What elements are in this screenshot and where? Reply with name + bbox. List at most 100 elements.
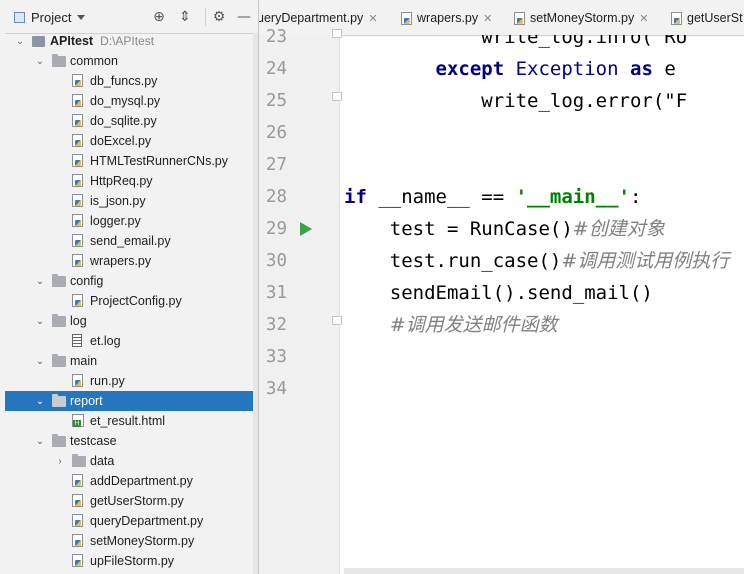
line-number: 27 [265, 155, 287, 175]
python-file-icon [72, 374, 86, 388]
tree-item-label: report [70, 394, 103, 408]
tree-file[interactable]: queryDepartment.py [5, 511, 258, 531]
code-token: '__main__' [515, 186, 630, 208]
tree-item-label: getUserStorm.py [90, 494, 184, 508]
tree-item-label: HTMLTestRunnerCNs.py [90, 154, 228, 168]
chevron-down-icon[interactable]: ⌄ [35, 435, 45, 447]
line-number: 25 [265, 91, 287, 111]
code-token: #调用测试用例执行 [561, 250, 730, 272]
folder-icon [72, 454, 86, 468]
tree-item-text: common [70, 54, 118, 68]
tree-file[interactable]: send_email.py [5, 231, 258, 251]
tree-file[interactable]: et_result.html [5, 411, 258, 431]
tree-file[interactable]: setMoneyStorm.py [5, 531, 258, 551]
code-line: test = RunCase()#创建对象 [344, 217, 665, 241]
python-file-icon [671, 11, 682, 25]
close-icon[interactable]: ✕ [368, 12, 377, 25]
tree-file[interactable]: run.py [5, 371, 258, 391]
tree-file[interactable]: do_sqlite.py [5, 111, 258, 131]
folder-icon [52, 354, 66, 368]
close-icon[interactable]: ✕ [639, 12, 648, 25]
code-view[interactable]: write_log.info("RU except Exception as e… [344, 35, 744, 574]
collapse-icon[interactable]: ⇕ [176, 8, 194, 26]
python-file-icon [72, 534, 86, 548]
chevron-down-icon[interactable]: ⌄ [35, 315, 45, 327]
crosshair-icon[interactable]: ⊕ [150, 8, 168, 26]
chevron-down-icon [77, 14, 86, 20]
code-line: write_log.info("RU [344, 35, 687, 49]
tree-item-label: is_json.py [90, 194, 146, 208]
chevron-down-icon[interactable]: ⌄ [35, 275, 45, 287]
python-file-icon [72, 214, 86, 228]
tree-folder-common[interactable]: ⌄ common [5, 51, 258, 71]
project-scrollbar[interactable] [253, 33, 258, 574]
chevron-down-icon[interactable]: ⌄ [15, 35, 25, 47]
tree-file[interactable]: logger.py [5, 211, 258, 231]
tree-item-label: ProjectConfig.py [90, 294, 182, 308]
tree-item-text: data [90, 454, 115, 468]
tree-file[interactable]: HTMLTestRunnerCNs.py [5, 151, 258, 171]
run-icon[interactable] [300, 222, 312, 236]
tree-folder-log[interactable]: ⌄ log [5, 311, 258, 331]
tree-item-text: setMoneyStorm.py [90, 534, 195, 548]
tree-folder-main[interactable]: ⌄ main [5, 351, 258, 371]
tree-folder-testcase[interactable]: ⌄ testcase [5, 431, 258, 451]
code-token: test.run_case() [344, 250, 562, 272]
python-file-icon [72, 134, 86, 148]
project-title: Project [31, 9, 72, 25]
editor-tab[interactable]: ueryDepartment.py ✕ [259, 9, 378, 27]
editor-tab[interactable]: wrapers.py ✕ [401, 9, 492, 27]
chevron-down-icon[interactable]: ⌄ [35, 55, 45, 67]
tree-file[interactable]: db_funcs.py [5, 71, 258, 91]
tree-file[interactable]: wrapers.py [5, 251, 258, 271]
tree-item-label: HttpReq.py [90, 174, 153, 188]
editor-horizontal-scrollbar[interactable] [344, 568, 744, 574]
code-token: test = RunCase() [344, 218, 573, 240]
tree-item-text: upFileStorm.py [90, 554, 175, 568]
tree-file[interactable]: is_json.py [5, 191, 258, 211]
python-file-icon [72, 294, 86, 308]
tree-file[interactable]: et.log [5, 331, 258, 351]
chevron-down-icon[interactable]: ⌄ [35, 395, 45, 407]
tree-item-text: do_sqlite.py [90, 114, 157, 128]
tree-file[interactable]: do_mysql.py [5, 91, 258, 111]
fold-marker-icon[interactable] [332, 29, 342, 38]
fold-marker-icon[interactable] [332, 316, 342, 325]
line-number: 30 [265, 251, 287, 271]
chevron-right-icon[interactable]: › [55, 455, 65, 467]
tree-item-text: wrapers.py [90, 254, 152, 268]
tree-item-text: do_mysql.py [90, 94, 161, 108]
project-view-selector[interactable]: Project [14, 9, 86, 25]
project-path: D:\APItest [100, 34, 155, 48]
tree-file[interactable]: doExcel.py [5, 131, 258, 151]
tree-item-label: APItest D:\APItest [50, 34, 154, 48]
tree-file[interactable]: addDepartment.py [5, 471, 258, 491]
project-view-icon [14, 11, 25, 23]
code-token: __name__ == [366, 186, 516, 208]
minimize-icon[interactable]: — [235, 8, 253, 26]
folder-icon [52, 314, 66, 328]
tree-folder-config[interactable]: ⌄ config [5, 271, 258, 291]
project-folder-icon [32, 34, 46, 48]
chevron-down-icon[interactable]: ⌄ [35, 355, 45, 367]
tree-item-text: log [70, 314, 87, 328]
fold-marker-icon[interactable] [332, 92, 342, 101]
tree-file[interactable]: getUserStorm.py [5, 491, 258, 511]
gear-icon[interactable]: ⚙ [210, 8, 228, 26]
tree-folder-apitest[interactable]: ⌄ APItest D:\APItest [5, 31, 258, 51]
tree-file[interactable]: HttpReq.py [5, 171, 258, 191]
html-file-icon [72, 414, 86, 428]
tree-file[interactable]: upFileStorm.py [5, 551, 258, 571]
tree-item-text: testcase [70, 434, 117, 448]
tree-item-label: do_sqlite.py [90, 114, 157, 128]
tree-folder-data[interactable]: › data [5, 451, 258, 471]
toolbar-divider [205, 8, 206, 26]
tree-folder-report[interactable]: ⌄ report [5, 391, 258, 411]
code-line: if __name__ == '__main__': [344, 185, 641, 209]
editor-tab[interactable]: setMoneyStorm.py ✕ [514, 9, 648, 27]
folder-icon [52, 394, 66, 408]
close-icon[interactable]: ✕ [483, 12, 492, 25]
python-file-icon [72, 234, 86, 248]
editor-tab[interactable]: getUserSt [671, 9, 743, 27]
tree-file[interactable]: ProjectConfig.py [5, 291, 258, 311]
